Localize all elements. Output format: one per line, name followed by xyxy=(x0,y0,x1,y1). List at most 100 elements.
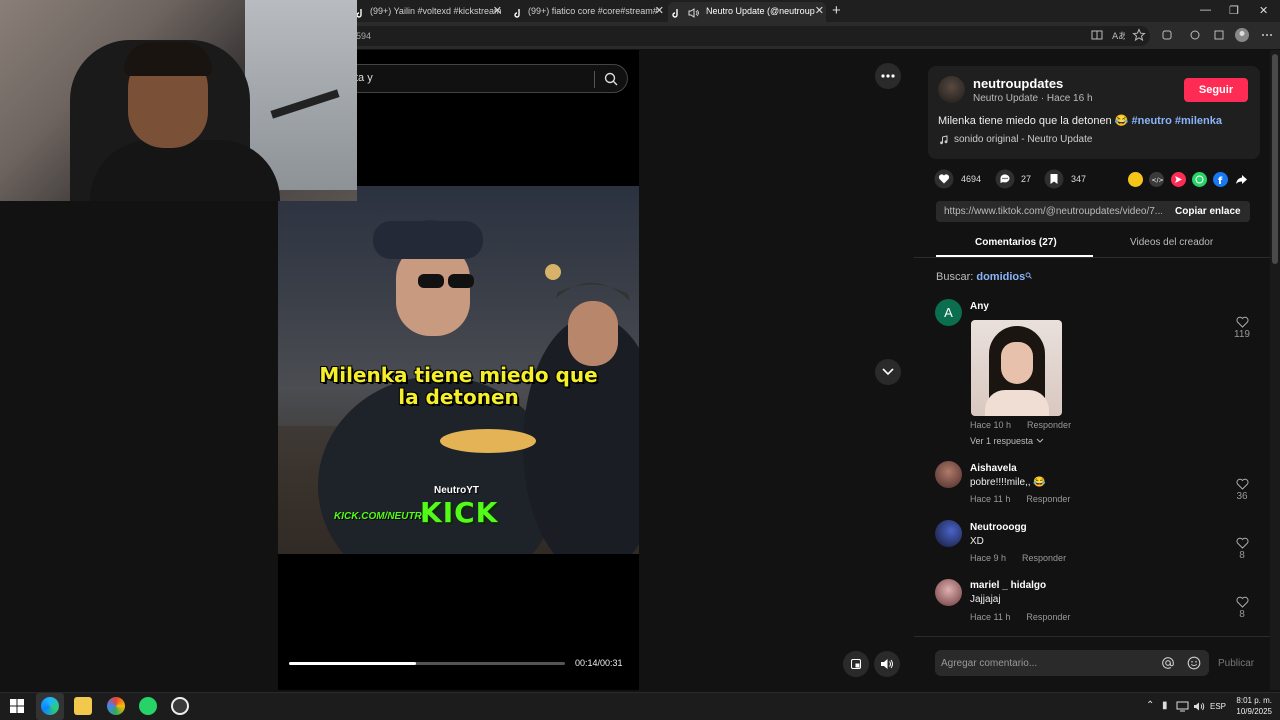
comment-like-button[interactable]: 8 xyxy=(1232,537,1252,561)
tab-close-icon[interactable]: ✕ xyxy=(815,2,824,20)
next-video-button[interactable] xyxy=(875,359,901,385)
comment-author[interactable]: Any xyxy=(970,301,989,312)
collections-icon[interactable] xyxy=(1212,28,1226,42)
browser-tab-active[interactable]: Neutro Update (@neutroup ✕ xyxy=(668,2,826,22)
chrome-icon[interactable] xyxy=(107,697,125,715)
maximize-icon[interactable]: ❐ xyxy=(1229,4,1239,17)
more-menu-icon[interactable] xyxy=(1260,28,1274,42)
copy-link-button[interactable]: Copiar enlace xyxy=(1175,206,1241,217)
comment-avatar[interactable] xyxy=(935,461,962,488)
favorite-star-icon[interactable] xyxy=(1132,28,1146,42)
search-bar[interactable]: ta y xyxy=(340,64,628,93)
watermark-handle: NeutroYT xyxy=(434,485,479,496)
volume-button[interactable] xyxy=(874,651,900,677)
url-field[interactable]: 594 xyxy=(350,26,1150,46)
video-frame[interactable]: Milenka tiene miedo que la detonen Neutr… xyxy=(278,186,639,554)
share-link-text[interactable]: https://www.tiktok.com/@neutroupdates/vi… xyxy=(944,206,1162,217)
profile-avatar-icon[interactable] xyxy=(1235,28,1249,42)
reply-button[interactable]: Responder xyxy=(1026,612,1070,622)
obs-icon[interactable] xyxy=(171,697,189,715)
network-icon[interactable] xyxy=(1176,701,1189,712)
clock[interactable]: 8:01 p. m. 10/9/2025 xyxy=(1232,695,1272,717)
video-progress-bar[interactable] xyxy=(289,662,565,665)
reply-button[interactable]: Responder xyxy=(1027,420,1071,430)
kick-logo: KICK xyxy=(420,496,499,529)
search-icon[interactable] xyxy=(603,71,619,87)
comment-author[interactable]: mariel _ hidalgo xyxy=(970,580,1046,591)
author-username[interactable]: neutroupdates xyxy=(973,76,1063,91)
tab-close-icon[interactable]: ✕ xyxy=(655,2,664,20)
author-avatar[interactable] xyxy=(938,76,965,103)
comment-author[interactable]: Neutrooogg xyxy=(970,522,1027,533)
floating-player-button[interactable] xyxy=(843,651,869,677)
language-indicator[interactable]: ESP xyxy=(1210,702,1226,711)
window-close-icon[interactable]: ✕ xyxy=(1259,4,1268,17)
search-suggestion-term[interactable]: domidios xyxy=(976,271,1025,283)
comment-meta: Hace 11 h Responder xyxy=(970,612,1070,622)
heart-icon xyxy=(1235,316,1249,328)
comment-like-button[interactable]: 36 xyxy=(1232,478,1252,502)
view-replies-label: Ver 1 respuesta xyxy=(970,436,1034,446)
heart-icon xyxy=(1235,537,1249,549)
extensions-icon[interactable] xyxy=(1160,28,1174,42)
share-arrow-icon[interactable] xyxy=(1234,172,1249,187)
reply-button[interactable]: Responder xyxy=(1022,553,1066,563)
view-replies-button[interactable]: Ver 1 respuesta xyxy=(970,436,1044,446)
split-screen-icon[interactable] xyxy=(1090,28,1104,42)
windows-taskbar xyxy=(0,692,1280,720)
follow-button[interactable]: Seguir xyxy=(1184,78,1248,102)
panel-scrollbar-thumb[interactable] xyxy=(1272,54,1278,264)
tab-comments[interactable]: Comentarios (27) xyxy=(975,237,1057,248)
facebook-icon[interactable]: f xyxy=(1213,172,1228,187)
sidebar-icon[interactable] xyxy=(1188,28,1202,42)
send-to-friends-icon[interactable] xyxy=(1171,172,1186,187)
video-progress-fill xyxy=(289,662,416,665)
comment-text: pobre!!!!mile,, 😂 xyxy=(970,477,1046,488)
mention-icon[interactable] xyxy=(1161,656,1175,670)
whatsapp-icon[interactable] xyxy=(1192,172,1207,187)
whatsapp-app-icon[interactable] xyxy=(139,697,157,715)
webcam-overlay xyxy=(0,0,357,201)
tab-creator-videos[interactable]: Videos del creador xyxy=(1130,237,1213,248)
hashtag-link[interactable]: #neutro xyxy=(1132,115,1172,127)
search-input[interactable]: ta y xyxy=(355,72,373,84)
read-aloud-icon[interactable]: Aあ xyxy=(1111,28,1127,42)
comment-like-count: 8 xyxy=(1239,609,1245,620)
more-options-button[interactable] xyxy=(875,63,901,89)
comment-count: 27 xyxy=(1021,174,1032,184)
like-button[interactable] xyxy=(934,169,954,189)
browser-tab-1[interactable]: (99+) Yailin #voltexd #kickstream ✕ xyxy=(352,2,504,22)
volume-icon[interactable] xyxy=(1193,701,1206,712)
browser-tab-2[interactable]: (99+) fiatico core #core#stream# ✕ xyxy=(510,2,666,22)
speaker-icon[interactable] xyxy=(688,6,699,18)
tab-close-icon[interactable]: ✕ xyxy=(493,2,502,20)
comment-text: Jajjajaj xyxy=(970,594,1001,605)
comment-like-count: 119 xyxy=(1234,329,1250,340)
emoji-icon[interactable] xyxy=(1187,656,1201,670)
file-explorer-icon[interactable] xyxy=(74,697,92,715)
save-button[interactable] xyxy=(1044,169,1064,189)
hashtag-link[interactable]: #milenka xyxy=(1175,115,1222,127)
tab-title: (99+) Yailin #voltexd #kickstream xyxy=(370,6,502,16)
publish-button[interactable]: Publicar xyxy=(1218,658,1254,669)
sound-link[interactable]: sonido original - Neutro Update xyxy=(954,134,1092,145)
comment-avatar[interactable] xyxy=(935,520,962,547)
comment-author[interactable]: Aishavela xyxy=(970,463,1017,474)
coin-icon[interactable] xyxy=(1128,172,1143,187)
comment-button[interactable] xyxy=(995,169,1015,189)
new-tab-button[interactable]: + xyxy=(832,2,841,19)
microphone-icon[interactable]: ▮ xyxy=(1162,700,1168,711)
comment-like-button[interactable]: 8 xyxy=(1232,596,1252,620)
embed-icon[interactable]: </> xyxy=(1149,172,1164,187)
comment-avatar[interactable]: A xyxy=(935,299,962,326)
reply-button[interactable]: Responder xyxy=(1026,494,1070,504)
comment-avatar[interactable] xyxy=(935,579,962,606)
clock-time: 8:01 p. m. xyxy=(1236,696,1272,705)
comment-meta: Hace 10 h Responder xyxy=(970,420,1071,430)
tray-chevron-up-icon[interactable]: ⌃ xyxy=(1146,700,1154,711)
search-suggestion[interactable]: Buscar: domidios xyxy=(936,271,1033,283)
comment-like-button[interactable]: 119 xyxy=(1232,316,1252,340)
edge-browser-icon[interactable] xyxy=(41,697,59,715)
windows-start-icon[interactable] xyxy=(10,699,24,713)
minimize-icon[interactable]: — xyxy=(1200,4,1211,16)
